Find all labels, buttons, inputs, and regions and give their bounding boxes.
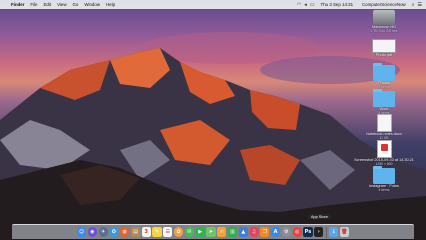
desktop-icon-macintosh-hd[interactable]: Macintosh HD 1 TB, 940 GB free <box>342 10 426 33</box>
dock: ☺ ◉ ✈ ✪ ◍ ▤ 3 ✎ ☰ ✿ ✉ ▶ ➤ ✍ ▥ ▲ ♫ ❐ A ⚙ ◎ Ps › ↓ 🗑 <box>12 224 414 239</box>
menu-clock[interactable]: Thu 3 Sep 14:31 <box>318 2 356 7</box>
pages-icon[interactable]: ✍ <box>217 227 227 237</box>
ibooks-icon[interactable]: ❐ <box>260 227 270 237</box>
photos-icon[interactable]: ✿ <box>173 227 184 237</box>
desktop-icon-photo-pdf[interactable]: Photo.pdf <box>342 39 426 57</box>
menu-help[interactable]: Help <box>103 2 118 7</box>
downloads-stack-icon[interactable]: ↓ <box>329 227 339 237</box>
terminal-icon[interactable]: › <box>314 227 324 237</box>
menu-file[interactable]: File <box>27 2 40 7</box>
document-icon <box>376 114 392 132</box>
photoshop-icon[interactable]: Ps <box>303 227 313 237</box>
keynote-icon[interactable]: ▲ <box>238 227 248 237</box>
desktop-icon-notebook-doc[interactable]: Notebook notes.docx 11 KB <box>342 114 426 140</box>
menu-go[interactable]: Go <box>70 2 82 7</box>
facetime-icon[interactable]: ▶ <box>195 227 205 237</box>
appstore-icon[interactable]: A <box>271 227 281 237</box>
folder-icon <box>373 166 395 184</box>
desktop-icon-instagram-folder[interactable]: Instagram · Fotos 4 items <box>342 166 426 193</box>
menu-app-name[interactable]: Finder <box>8 2 27 7</box>
folder-icon <box>373 63 395 81</box>
launchpad-icon[interactable]: ✈ <box>98 227 108 237</box>
desktop-icon-info: 1 TB, 940 GB free <box>370 29 398 34</box>
menu-view[interactable]: View <box>54 2 69 7</box>
desktop-icon-info: 8 items <box>378 85 390 90</box>
safari-icon[interactable]: ✪ <box>109 227 119 237</box>
wifi-icon[interactable]: ◠ <box>297 2 301 8</box>
maps-icon[interactable]: ➤ <box>206 227 216 237</box>
desktop-icon-info: 1280 × 800 <box>375 162 393 167</box>
menu-user[interactable]: ComputerScienceNow <box>359 2 409 7</box>
menu-bar: Finder File Edit View Go Window Help ◠ ◂… <box>0 0 426 9</box>
finder-icon[interactable]: ☺ <box>76 227 87 237</box>
hard-drive-icon <box>373 10 395 25</box>
desktop-icon-screenshot[interactable]: Screenshot 2015-09-03 at 14.30.21 1280 ×… <box>342 140 426 166</box>
desktop-icon-label: Photo.pdf <box>375 53 393 57</box>
notes-icon[interactable]: ✎ <box>152 227 162 237</box>
notification-center-icon[interactable]: ☰ <box>418 2 422 8</box>
calendar-icon[interactable]: 3 <box>141 227 151 237</box>
pdf-document-icon <box>376 140 392 158</box>
chrome-icon[interactable]: ◎ <box>292 227 302 237</box>
volume-icon[interactable]: ◂ <box>304 2 307 8</box>
reminders-icon[interactable]: ☰ <box>163 227 173 237</box>
dock-separator <box>325 226 327 238</box>
spotlight-search-icon[interactable]: ⌕ <box>412 2 415 8</box>
folder-icon <box>373 89 395 107</box>
menu-window[interactable]: Window <box>81 2 103 7</box>
contacts-icon[interactable]: ▤ <box>130 227 141 237</box>
firefox-icon[interactable]: ◍ <box>120 227 130 237</box>
messages-icon[interactable]: ✉ <box>184 227 194 237</box>
trash-icon[interactable]: 🗑 <box>339 227 350 237</box>
battery-icon[interactable]: ▭ <box>310 2 315 8</box>
desktop-wallpaper: Finder File Edit View Go Window Help ◠ ◂… <box>0 0 426 240</box>
numbers-icon[interactable]: ▥ <box>227 227 238 237</box>
desktop-icon-info: 4 items <box>378 188 390 193</box>
preferences-icon[interactable]: ⚙ <box>281 227 291 237</box>
dock-tooltip: App Store <box>308 214 331 219</box>
menu-edit[interactable]: Edit <box>41 2 55 7</box>
desktop-icon-work-folder[interactable]: Work 4 items <box>342 89 426 115</box>
desktop-icon-photos-folder[interactable]: Photos 8 items <box>342 63 426 90</box>
blank-document-icon <box>372 39 396 53</box>
siri-icon[interactable]: ◉ <box>87 227 97 237</box>
music-icon[interactable]: ♫ <box>249 227 259 237</box>
